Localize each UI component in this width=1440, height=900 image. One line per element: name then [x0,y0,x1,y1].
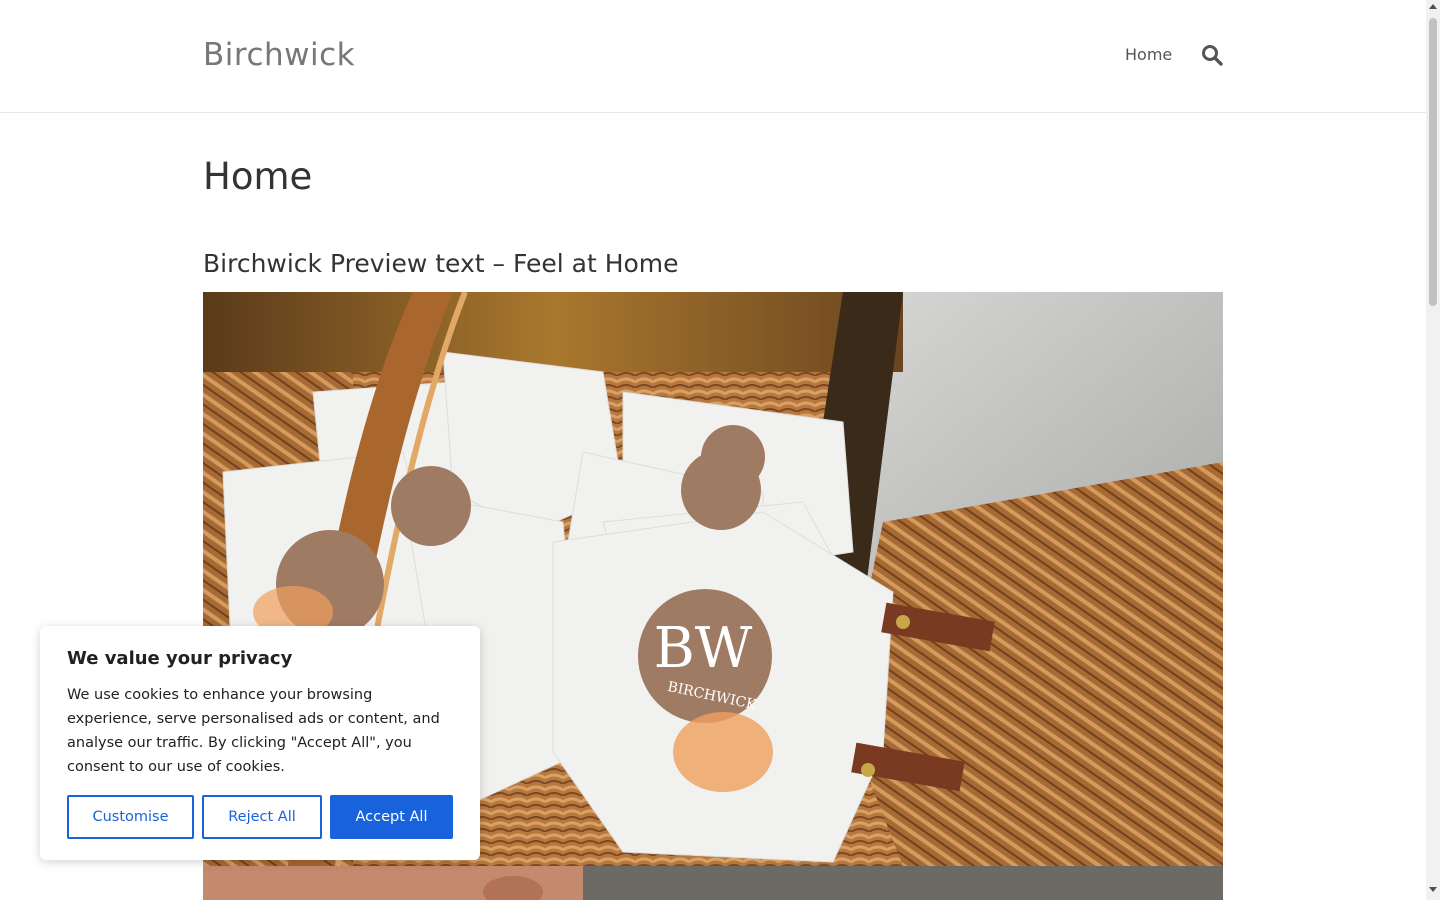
post-title[interactable]: Birchwick Preview text – Feel at Home [203,249,679,279]
cookie-banner: We value your privacy We use cookies to … [40,626,480,860]
logo-sticker: BW BIRCHWICK [638,589,772,723]
search-icon [1202,45,1223,66]
site-title-link[interactable]: Birchwick [203,37,355,73]
svg-text:BW: BW [654,616,753,681]
cookie-description: We use cookies to enhance your browsing … [67,687,440,775]
search-button[interactable] [1200,43,1224,67]
scroll-down-icon[interactable] [1429,887,1437,892]
cookie-title: We value your privacy [67,648,293,669]
scroll-thumb[interactable] [1429,18,1437,306]
second-image [203,866,1223,900]
reject-all-button[interactable]: Reject All [202,795,322,839]
page-title: Home [203,155,313,198]
scroll-up-icon[interactable] [1429,4,1437,9]
page: Birchwick Home Home Birchwick Preview te… [0,0,1426,900]
nav-item-home[interactable]: Home [1125,45,1172,65]
accept-all-button[interactable]: Accept All [330,795,453,839]
site-header: Birchwick Home [0,0,1426,113]
customise-button[interactable]: Customise [67,795,194,839]
page-scrollbar[interactable] [1426,0,1440,900]
